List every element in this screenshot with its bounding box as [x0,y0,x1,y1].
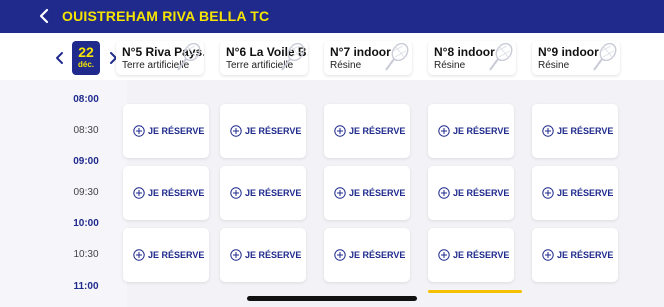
plus-circle-icon [133,187,145,199]
reserve-slot-button[interactable]: JE RÉSERVE [428,228,514,282]
reserve-slot-button[interactable]: JE RÉSERVE [123,228,209,282]
reserve-label: JE RÉSERVE [245,250,302,260]
reserve-label: JE RÉSERVE [349,188,406,198]
time-label: 09:00 [73,156,99,167]
court-card[interactable]: N°7 indoor Résine [324,41,412,75]
reserve-slot-button[interactable]: JE RÉSERVE [532,228,618,282]
reserve-slot-button[interactable]: JE RÉSERVE [324,104,410,158]
reserve-label: JE RÉSERVE [349,126,406,136]
reserve-label: JE RÉSERVE [557,126,614,136]
reserve-slot-button[interactable]: JE RÉSERVE [123,104,209,158]
previous-day-icon[interactable] [53,50,67,66]
plus-circle-icon [542,125,554,137]
club-title: OUISTREHAM RIVA BELLA TC [62,8,270,24]
plus-circle-icon [438,187,450,199]
plus-circle-icon [133,125,145,137]
time-label: 10:30 [73,249,99,260]
court-name: N°7 indoor [330,45,391,59]
plus-circle-icon [334,187,346,199]
court-surface: Résine [434,60,466,71]
tennis-racket-icon [177,42,201,71]
reserve-label: JE RÉSERVE [245,188,302,198]
time-label: 09:30 [73,187,99,198]
reserve-slot-button[interactable]: JE RÉSERVE [428,104,514,158]
reserve-label: JE RÉSERVE [453,188,510,198]
date-day: 22 [78,44,94,60]
plus-circle-icon [334,125,346,137]
reserve-label: JE RÉSERVE [245,126,302,136]
reserve-slot-button[interactable]: JE RÉSERVE [532,104,618,158]
court-card[interactable]: N°5 Riva Pays…Terre artificielle [116,41,204,75]
reserve-label: JE RÉSERVE [453,250,510,260]
plus-circle-icon [334,249,346,261]
app-header: OUISTREHAM RIVA BELLA TC [0,0,664,33]
plus-circle-icon [438,249,450,261]
date-month: déc. [77,60,94,69]
tennis-racket-icon [281,42,305,71]
tennis-racket-icon [489,42,513,71]
court-card[interactable]: N°6 La Voile B…Terre artificielle [220,41,308,75]
reserve-label: JE RÉSERVE [453,126,510,136]
reserve-slot-button[interactable]: JE RÉSERVE [532,166,618,220]
court-surface: Résine [538,60,570,71]
court-card[interactable]: N°8 indoor Résine [428,41,516,75]
court-name: N°9 indoor [538,45,599,59]
reserve-slot-button[interactable]: JE RÉSERVE [220,104,306,158]
plus-circle-icon [230,249,242,261]
plus-circle-icon [438,125,450,137]
time-label: 08:30 [73,125,99,136]
chevron-left-icon[interactable] [36,7,54,25]
reserve-slot-button[interactable]: JE RÉSERVE [220,166,306,220]
court-surface: Résine [330,60,362,71]
tennis-racket-icon [385,42,409,71]
reserve-slot-button[interactable]: JE RÉSERVE [324,166,410,220]
plus-circle-icon [230,125,242,137]
reserve-label: JE RÉSERVE [148,250,205,260]
court-card[interactable]: N°9 indoor Résine [532,41,620,75]
reserve-label: JE RÉSERVE [557,250,614,260]
plus-circle-icon [542,249,554,261]
time-label: 08:00 [73,94,99,105]
time-label: 10:00 [73,218,99,229]
reserve-label: JE RÉSERVE [148,188,205,198]
plus-circle-icon [230,187,242,199]
reserve-label: JE RÉSERVE [148,126,205,136]
reserve-slot-button[interactable]: JE RÉSERVE [123,166,209,220]
reserve-label: JE RÉSERVE [557,188,614,198]
reserve-slot-button[interactable]: JE RÉSERVE [428,166,514,220]
tennis-racket-icon [593,42,617,71]
plus-circle-icon [542,187,554,199]
time-label: 11:00 [73,281,99,292]
selected-date[interactable]: 22 déc. [72,41,100,75]
reserve-label: JE RÉSERVE [349,250,406,260]
booked-slot-indicator [428,290,522,293]
reserve-slot-button[interactable]: JE RÉSERVE [220,228,306,282]
reserve-slot-button[interactable]: JE RÉSERVE [324,228,410,282]
home-indicator [247,296,417,301]
court-name: N°8 indoor [434,45,495,59]
plus-circle-icon [133,249,145,261]
